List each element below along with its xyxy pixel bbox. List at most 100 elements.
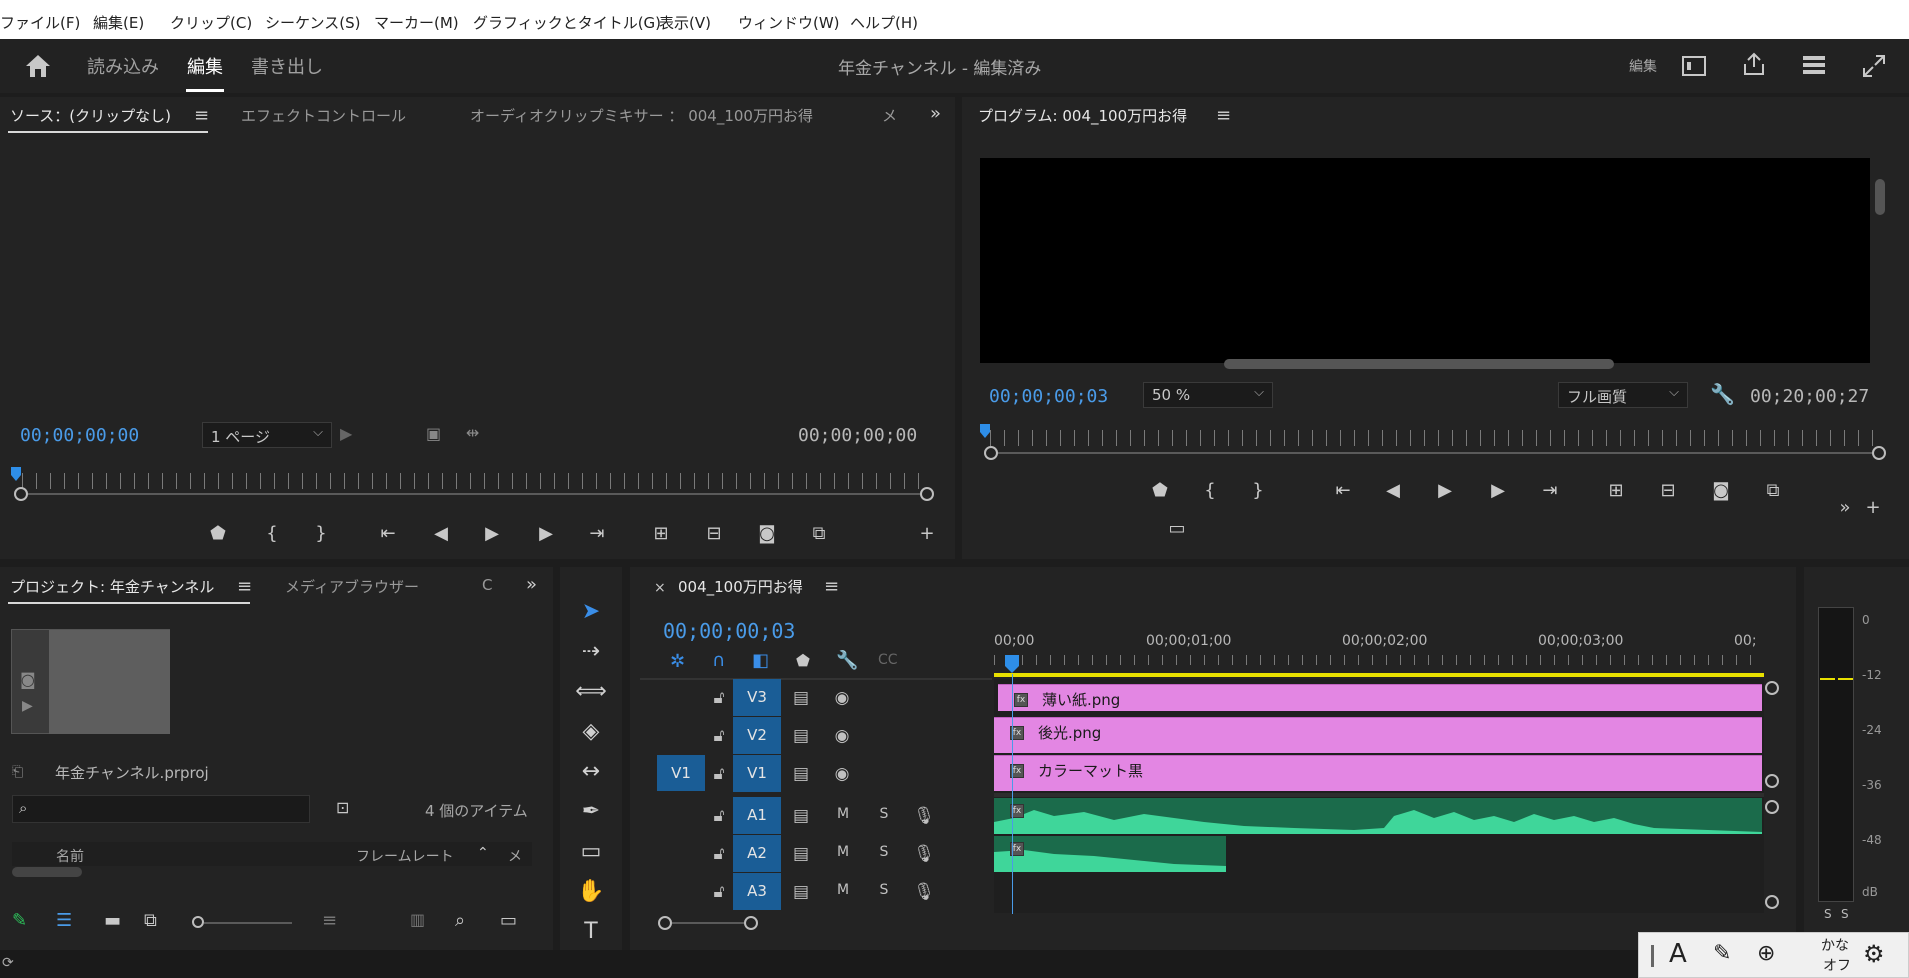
- step-forward-icon[interactable]: ▶: [533, 522, 559, 546]
- source-time-ruler[interactable]: [22, 473, 928, 489]
- menu-marker[interactable]: マーカー(M): [374, 12, 459, 33]
- mark-in-icon[interactable]: {: [1197, 479, 1223, 503]
- eye-icon[interactable]: ◉: [830, 726, 854, 746]
- zoom-end-handle[interactable]: [920, 487, 934, 501]
- camera-icon[interactable]: ◙: [754, 522, 780, 546]
- track-a2-label[interactable]: A2: [733, 835, 781, 872]
- mute-button[interactable]: M: [831, 806, 855, 822]
- wrench-icon[interactable]: 🔧: [836, 650, 858, 671]
- more-tabs-icon[interactable]: »: [526, 574, 537, 595]
- clip-v3[interactable]: fx 薄い紙.png: [998, 684, 1762, 711]
- column-name[interactable]: 名前: [56, 846, 84, 866]
- sync-lock-icon[interactable]: ▤: [789, 764, 813, 784]
- workspaces-icon[interactable]: [1802, 54, 1826, 76]
- add-marker-icon[interactable]: ⬟: [796, 651, 810, 670]
- sync-lock-icon[interactable]: ▤: [789, 688, 813, 708]
- menu-sequence[interactable]: シーケンス(S): [265, 12, 360, 33]
- sync-lock-icon[interactable]: ▤: [789, 726, 813, 746]
- close-icon[interactable]: ×: [654, 580, 666, 596]
- tab-source[interactable]: ソース：(クリップなし): [10, 105, 171, 126]
- ime-kana-mode[interactable]: かな: [1821, 935, 1849, 955]
- lock-icon[interactable]: 🔓︎: [707, 726, 731, 746]
- playhead-line[interactable]: [1012, 674, 1013, 914]
- lift-icon[interactable]: ⊞: [1603, 479, 1629, 503]
- track-v3-label[interactable]: V3: [733, 679, 781, 716]
- safe-margins-icon[interactable]: ▭: [1164, 517, 1190, 541]
- sync-lock-icon[interactable]: ▤: [789, 844, 813, 864]
- source-panel-menu-icon[interactable]: ≡: [194, 105, 209, 126]
- tab-audio-clip-mixer[interactable]: オーディオクリップミキサー ： 004_100万円お得: [470, 105, 813, 126]
- grip-icon[interactable]: [1651, 945, 1654, 967]
- dictionary-add-icon[interactable]: ⊕: [1757, 941, 1775, 966]
- step-forward-icon[interactable]: ▶: [1485, 479, 1511, 503]
- home-icon[interactable]: [24, 53, 52, 79]
- go-to-out-icon[interactable]: ⇥: [1537, 479, 1563, 503]
- linked-selection-icon[interactable]: ◧: [752, 650, 769, 671]
- audio-clip-a1[interactable]: fx: [994, 798, 1762, 834]
- menu-graphics[interactable]: グラフィックとタイトル(G): [473, 12, 661, 33]
- lock-icon[interactable]: 🔓︎: [707, 844, 731, 864]
- snap-icon[interactable]: ∩: [712, 650, 725, 671]
- playhead-icon[interactable]: [10, 466, 22, 482]
- program-time-ruler[interactable]: [990, 430, 1880, 446]
- list-view-icon[interactable]: ☰: [56, 910, 72, 931]
- lock-icon[interactable]: 🔓︎: [707, 806, 731, 826]
- pen-tool-icon[interactable]: ✒: [573, 794, 609, 830]
- vertical-scroll-handle[interactable]: [1765, 681, 1779, 695]
- program-zoom-bar[interactable]: [990, 452, 1880, 454]
- ime-pad-icon[interactable]: ✎: [1713, 941, 1731, 966]
- find-icon[interactable]: ⊡: [336, 798, 349, 817]
- find-icon[interactable]: ⌕: [455, 910, 465, 931]
- project-menu-icon[interactable]: ≡: [237, 576, 252, 597]
- workspace-edit[interactable]: 編集: [187, 53, 223, 79]
- tab-overflow[interactable]: メ: [882, 105, 897, 126]
- project-thumbnail[interactable]: ◙ ▶: [11, 629, 170, 734]
- track-a3-label[interactable]: A3: [733, 873, 781, 910]
- overwrite-icon[interactable]: ⊟: [701, 522, 727, 546]
- microphone-icon[interactable]: 🎙︎: [912, 882, 936, 902]
- ime-kana-state[interactable]: オフ: [1823, 955, 1851, 975]
- type-tool-icon[interactable]: T: [573, 914, 609, 950]
- menu-clip[interactable]: クリップ(C): [170, 12, 252, 33]
- clip-v1[interactable]: fx カラーマット黒: [994, 755, 1762, 791]
- source-page-select[interactable]: 1 ページ ⌵: [202, 422, 332, 448]
- timeline-menu-icon[interactable]: ≡: [824, 576, 839, 597]
- sync-lock-icon[interactable]: ▤: [789, 882, 813, 902]
- horizontal-scrollbar[interactable]: [12, 867, 82, 877]
- icon-view-icon[interactable]: ▬: [104, 910, 121, 931]
- slip-tool-icon[interactable]: ↔: [573, 754, 609, 790]
- freeform-view-icon[interactable]: ⧉: [144, 910, 157, 931]
- fullscreen-icon[interactable]: [1862, 54, 1886, 78]
- track-v2-label[interactable]: V2: [733, 717, 781, 754]
- solo-button[interactable]: S: [872, 806, 896, 822]
- hand-tool-icon[interactable]: ✋: [573, 874, 609, 910]
- share-icon[interactable]: [1742, 52, 1766, 76]
- menu-file[interactable]: ファイル(F): [0, 12, 80, 33]
- new-bin-icon[interactable]: ▭: [500, 910, 517, 931]
- program-video-display[interactable]: [980, 158, 1870, 363]
- sort-up-icon[interactable]: ⌃: [477, 845, 489, 861]
- selection-tool-icon[interactable]: ➤: [573, 594, 609, 630]
- zoom-start-handle[interactable]: [14, 487, 28, 501]
- mark-in-icon[interactable]: {: [259, 522, 285, 546]
- mute-button[interactable]: M: [831, 844, 855, 860]
- eye-icon[interactable]: ◉: [830, 688, 854, 708]
- ripple-edit-tool-icon[interactable]: ⟺: [573, 674, 609, 710]
- audio-clip-a2[interactable]: fx: [994, 836, 1226, 872]
- source-in-timecode[interactable]: 00;00;00;00: [20, 425, 139, 446]
- microphone-icon[interactable]: 🎙︎: [912, 844, 936, 864]
- solo-button[interactable]: S: [872, 882, 896, 898]
- add-marker-icon[interactable]: ⬟: [205, 522, 231, 546]
- comparison-view-icon[interactable]: ⧉: [1760, 479, 1786, 503]
- column-framerate[interactable]: フレームレート: [356, 846, 454, 866]
- track-a1-label[interactable]: A1: [733, 797, 781, 834]
- solo-left-button[interactable]: S: [1824, 907, 1832, 921]
- go-to-in-icon[interactable]: ⇤: [375, 522, 401, 546]
- tab-effect-controls[interactable]: エフェクトコントロール: [241, 105, 406, 126]
- panel-layout-icon[interactable]: [1682, 56, 1706, 76]
- work-area-bar[interactable]: [994, 673, 1764, 677]
- zoom-end-handle[interactable]: [744, 916, 758, 930]
- workspace-export[interactable]: 書き出し: [251, 53, 323, 79]
- playhead-icon[interactable]: [1004, 654, 1020, 674]
- program-title[interactable]: プログラム: 004_100万円お得: [978, 105, 1187, 126]
